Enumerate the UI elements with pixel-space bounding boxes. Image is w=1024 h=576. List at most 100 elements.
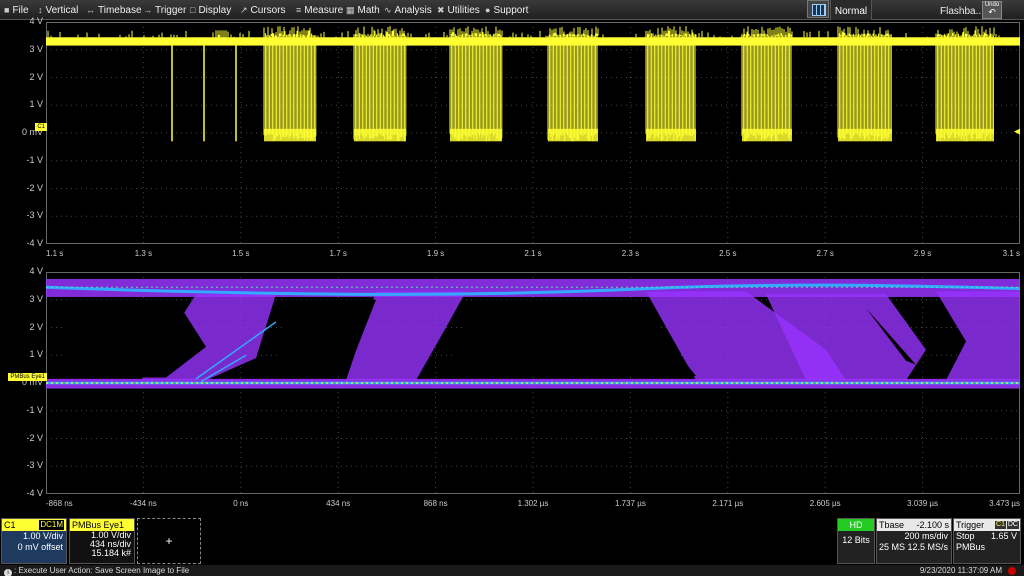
undo-button[interactable]: Undo ↶ (982, 1, 1002, 19)
top-channel-marker[interactable]: C1 (35, 123, 47, 131)
menu-math[interactable]: ▦ Math (346, 0, 380, 20)
flashback-button[interactable]: Flashba... (940, 0, 984, 20)
menu-timebase-label: Timebase (98, 5, 142, 16)
trigger-type: PMBus (956, 542, 986, 552)
menu-analysis-label: Analysis (394, 5, 432, 16)
eye-name: PMBus Eye1 (72, 520, 125, 530)
trigger-level-marker (1014, 128, 1020, 135)
top-y-tick-label: -2 V (26, 182, 43, 193)
top-x-tick-label: 2.9 s (913, 249, 932, 258)
add-trace-button[interactable]: + (137, 518, 201, 564)
menu-analysis-icon: ∿ (384, 5, 392, 15)
eye-descriptor[interactable]: PMBus Eye1 1.00 V/div 434 ns/div 15.184 … (69, 518, 135, 564)
eye-y-tick-label: 4 V (29, 266, 43, 276)
trigger-descriptor[interactable]: Trigger C1 DC Stop 1.65 V PMBus (953, 518, 1021, 564)
eye-y-tick-label: -4 V (26, 488, 43, 498)
menu-timebase[interactable]: ↔ Timebase (86, 0, 142, 20)
c1-descriptor[interactable]: C1 DC1M 1.00 V/div 0 mV offset (1, 518, 67, 564)
eye-y-tick-label: -2 V (26, 432, 43, 443)
eye-diagram-plot (46, 272, 1020, 494)
top-y-tick-label: 1 V (29, 99, 43, 110)
eye-y-tick-label: 2 V (29, 321, 43, 332)
hd-descriptor[interactable]: HD 12 Bits (837, 518, 875, 564)
top-x-tick-label: 2.3 s (621, 249, 640, 258)
top-x-tick-label: 1.7 s (329, 249, 347, 258)
channel-grid-top[interactable] (46, 22, 1020, 244)
trigger-level: 1.65 V (990, 531, 1017, 541)
eye-x-tick-label: 3.039 µs (907, 499, 939, 508)
top-y-tick-label: 3 V (29, 43, 43, 54)
menu-measure[interactable]: ≡ Measure (296, 0, 343, 20)
info-icon: i (4, 569, 12, 576)
hd-badge: HD (849, 520, 863, 530)
c1-offset: 0 mV offset (17, 542, 63, 552)
tbase-label: Tbase (879, 520, 905, 530)
tbase-delay: -2.100 s (916, 520, 949, 530)
eye-y-tick-label: -3 V (26, 460, 43, 471)
menu-trigger-icon: → (143, 5, 152, 15)
menu-display[interactable]: □ Display (190, 0, 231, 20)
menu-file[interactable]: ■ File (4, 0, 29, 20)
descriptor-bar: C1 DC1M 1.00 V/div 0 mV offset PMBus Eye… (0, 518, 1024, 564)
status-bar: i: Execute User Action: Save Screen Imag… (0, 565, 1024, 576)
eye-y-tick-label: 1 V (29, 349, 43, 360)
eye-channel-marker[interactable]: PMBus Eye1 (8, 373, 47, 381)
top-y-tick-label: -4 V (26, 238, 43, 248)
menu-math-icon: ▦ (346, 5, 355, 15)
eye-y-tick-label: 3 V (29, 293, 43, 304)
eye-x-tick-label: 0 ns (233, 499, 249, 508)
top-x-tick-label: 3.1 s (1002, 249, 1020, 258)
eye-y-tick-label: -1 V (26, 404, 43, 415)
display-mode-label: Normal (834, 6, 868, 17)
status-message: : Execute User Action: Save Screen Image… (14, 566, 190, 575)
menu-display-icon: □ (190, 5, 196, 15)
top-x-tick-label: 1.5 s (232, 249, 250, 258)
menu-utilities-icon: ✖ (437, 5, 445, 15)
top-y-tick-label: -1 V (26, 154, 43, 165)
eye-x-tick-label: 868 ns (423, 499, 448, 508)
menu-vertical-icon: ↕ (38, 5, 43, 15)
add-icon: + (165, 534, 173, 548)
c1-trace (46, 26, 1020, 142)
eye-count: 15.184 k# (91, 548, 131, 558)
menu-analysis[interactable]: ∿ Analysis (384, 0, 432, 20)
menu-timebase-icon: ↔ (86, 5, 95, 15)
menu-vertical[interactable]: ↕ Vertical (38, 0, 78, 20)
display-mode-icon[interactable] (807, 0, 829, 18)
eye-x-tick-label: 434 ns (326, 499, 351, 508)
eye-x-tick-label: 1.737 µs (614, 499, 646, 508)
tbase-tdiv: 200 ms/div (904, 531, 948, 541)
trigger-source: C1 (995, 521, 1006, 529)
menu-trigger[interactable]: → Trigger (143, 0, 186, 20)
undo-icon: ↶ (988, 7, 996, 17)
top-x-tick-label: 1.9 s (426, 249, 445, 258)
menu-utilities-label: Utilities (447, 5, 480, 16)
eye-diagram-grid[interactable] (46, 272, 1020, 494)
top-x-tick-label: 2.5 s (719, 249, 737, 258)
c1-coupling: DC1M (39, 520, 64, 530)
eye-x-tick-label: 3.473 µs (989, 499, 1020, 508)
display-mode-button[interactable]: Normal (830, 0, 872, 20)
top-y-tick-label: -3 V (26, 210, 43, 221)
menu-support[interactable]: ● Support (485, 0, 528, 20)
menu-cursors-label: Cursors (250, 5, 286, 16)
flashback-label: Flashba... (940, 6, 984, 17)
top-x-tick-label: 1.3 s (134, 249, 153, 258)
eye-x-tick-label: 2.605 µs (809, 499, 841, 508)
menu-support-label: Support (493, 5, 529, 16)
top-x-tick-label: 2.1 s (524, 249, 542, 258)
timebase-descriptor[interactable]: Tbase -2.100 s 200 ms/div 25 MS 12.5 MS/… (876, 518, 952, 564)
menu-utilities[interactable]: ✖ Utilities (437, 0, 480, 20)
trigger-coupling: DC (1006, 521, 1019, 529)
tbase-samples: 25 MS (879, 542, 906, 552)
menu-file-label: File (12, 5, 29, 16)
eye-x-tick-label: 2.171 µs (712, 499, 744, 508)
c1-vdiv: 1.00 V/div (22, 531, 63, 541)
hd-bits: 12 Bits (842, 535, 870, 545)
menu-cursors[interactable]: ↗ Cursors (240, 0, 286, 20)
tbase-rate: 12.5 MS/s (907, 542, 948, 552)
top-x-tick-label: 1.1 s (46, 249, 64, 258)
top-x-tick-label: 2.7 s (816, 249, 834, 258)
status-timestamp: 9/23/2020 11:37:09 AM (919, 566, 1002, 575)
menu-measure-label: Measure (304, 5, 344, 16)
